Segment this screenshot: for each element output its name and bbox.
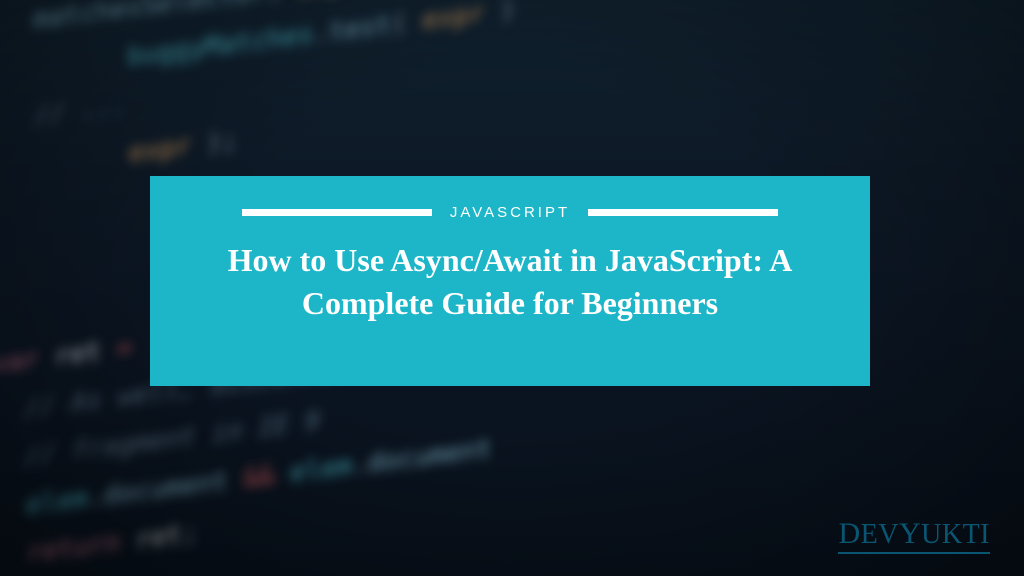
headline: How to Use Async/Await in JavaScript: A … (186, 239, 834, 325)
eyebrow-bar-right (588, 209, 778, 216)
brand-part-4: UKTI (921, 519, 990, 550)
brand-part-1: D (838, 517, 860, 550)
brand-part-3: Y (899, 517, 921, 550)
title-card: JAVASCRIPT How to Use Async/Await in Jav… (150, 176, 870, 386)
brand-part-2: EV (861, 519, 899, 550)
eyebrow-text: JAVASCRIPT (450, 204, 570, 221)
brand-logo: DEVYUKTI (838, 517, 990, 554)
eyebrow-row: JAVASCRIPT (242, 204, 778, 221)
eyebrow-bar-left (242, 209, 432, 216)
